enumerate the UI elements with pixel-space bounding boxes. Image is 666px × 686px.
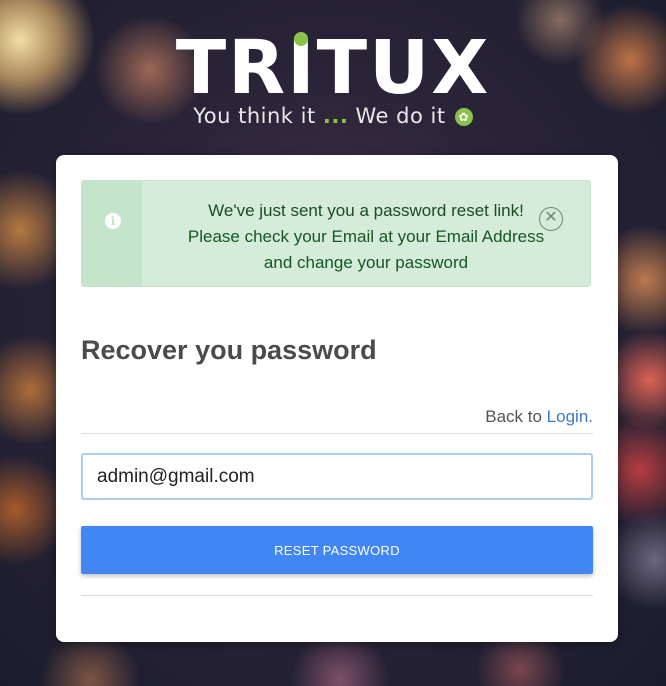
close-icon[interactable]: ✕	[539, 207, 563, 231]
alert-icon-strip: i	[82, 181, 142, 286]
divider	[81, 595, 593, 596]
back-to-login-row: Back to Login.	[81, 407, 593, 434]
alert-message: We've just sent you a password reset lin…	[142, 198, 590, 276]
recover-card: i We've just sent you a password reset l…	[56, 155, 618, 642]
logo-text: TRITUX	[175, 25, 491, 111]
success-alert: i We've just sent you a password reset l…	[81, 180, 591, 287]
alert-title: We've just sent you a password reset lin…	[208, 201, 524, 220]
page-title: Recover you password	[81, 335, 377, 365]
tritux-logo: TRITUX	[176, 26, 491, 110]
alert-line-3: and change your password	[263, 253, 469, 272]
reset-password-button[interactable]: RESET PASSWORD	[81, 526, 593, 574]
email-field[interactable]	[81, 453, 593, 500]
alert-line-2: Please check your Email at your Email Ad…	[187, 227, 545, 246]
brand-header: TRITUX You think it ... We do it ✿	[0, 26, 666, 128]
info-icon: i	[105, 213, 121, 229]
logo-dot	[293, 32, 308, 46]
back-prefix: Back to	[485, 407, 547, 426]
login-link[interactable]: Login.	[547, 407, 593, 426]
